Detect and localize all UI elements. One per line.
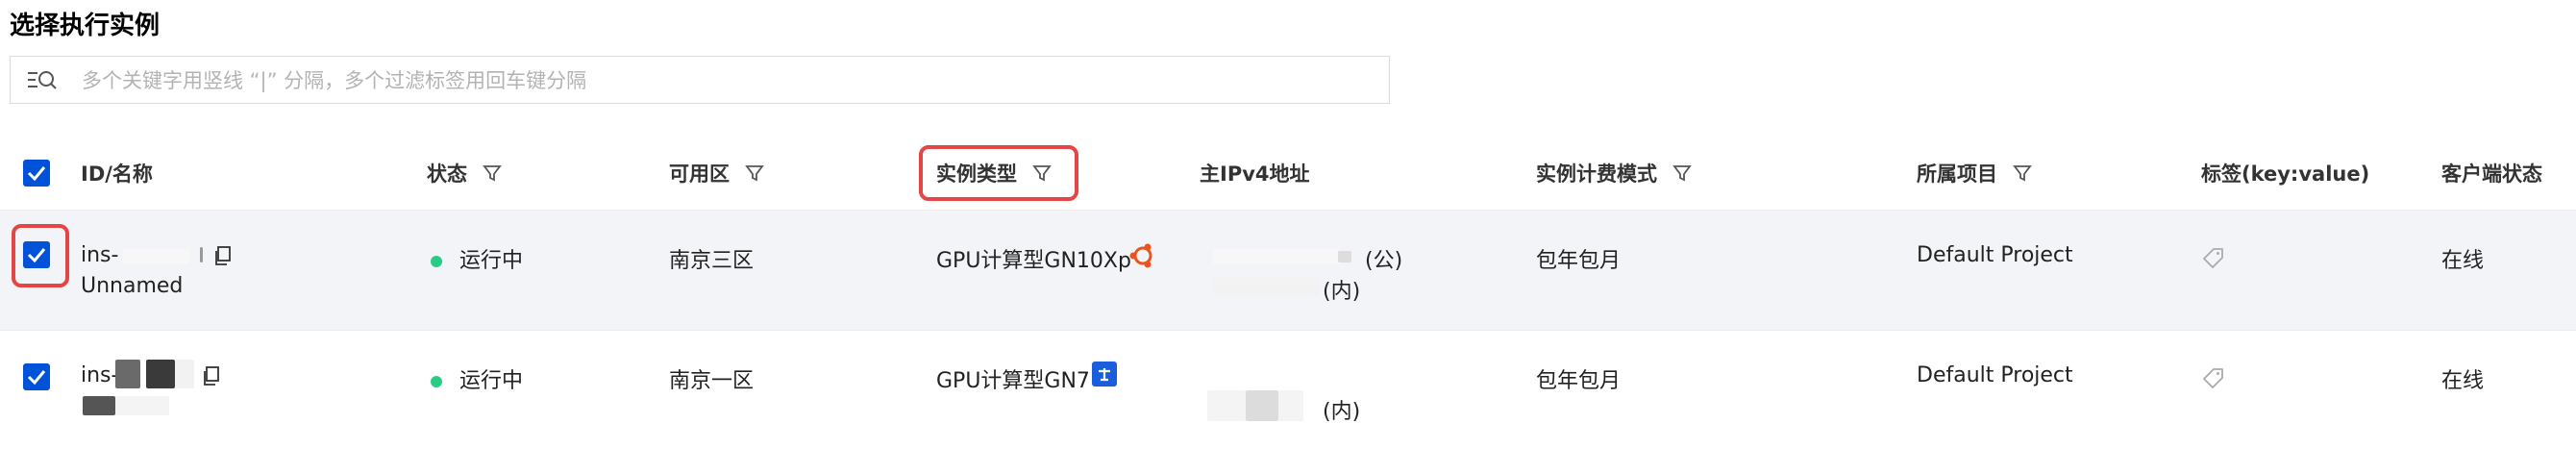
tag-icon[interactable]	[2201, 365, 2226, 394]
redacted-id	[115, 360, 140, 388]
filter-search-icon	[26, 68, 59, 97]
redacted-name	[83, 396, 115, 415]
status-running: 运行中	[431, 363, 523, 394]
column-header-instance-type: 实例类型	[936, 135, 1052, 212]
check-icon	[27, 370, 46, 385]
billing-filter-icon[interactable]	[1672, 163, 1692, 183]
row-checkbox[interactable]	[23, 363, 50, 390]
zone-value: 南京一区	[669, 369, 755, 393]
ip-private-label: (内)	[1323, 400, 1361, 424]
zone-filter-icon[interactable]	[745, 163, 764, 183]
check-icon	[27, 248, 46, 262]
select-all-checkbox[interactable]	[23, 160, 50, 187]
copy-icon[interactable]	[202, 365, 221, 390]
ip-public-label: (公)	[1365, 249, 1403, 273]
instance-type-value: GPU计算型GN10Xp	[936, 249, 1131, 273]
instance-id-prefix[interactable]: ins-	[81, 243, 118, 267]
status-running: 运行中	[431, 243, 523, 274]
redacted-private-ip	[1213, 278, 1319, 295]
redacted-private-ip	[1207, 390, 1246, 421]
project-value: Default Project	[1917, 363, 2073, 387]
column-header-project: 所属项目	[1917, 135, 2032, 212]
instance-type-filter-icon[interactable]	[1032, 163, 1052, 183]
redacted-id	[123, 249, 190, 264]
client-status-value: 在线	[2441, 369, 2485, 393]
redacted-name	[115, 396, 169, 415]
table-row[interactable]: ins- Unnamed 运行中 南京三区 GPU计算型GN10Xp (公) (…	[0, 210, 2576, 330]
redacted-id	[175, 360, 194, 388]
search-input[interactable]	[80, 57, 1372, 105]
redacted-id	[146, 360, 175, 388]
row-checkbox[interactable]	[23, 241, 50, 268]
search-box[interactable]	[10, 56, 1390, 105]
zone-value: 南京三区	[669, 249, 755, 273]
tag-icon[interactable]	[2201, 245, 2226, 274]
tencentos-icon	[1092, 362, 1117, 387]
copy-icon[interactable]	[213, 245, 233, 270]
redacted-private-ip	[1278, 390, 1303, 421]
column-header-status: 状态	[427, 135, 502, 212]
status-filter-icon[interactable]	[483, 163, 502, 183]
running-status-dot	[431, 376, 442, 387]
redacted-public-ip	[1213, 249, 1338, 264]
instance-name: Unnamed	[81, 274, 184, 298]
redacted-private-ip	[1246, 390, 1278, 421]
instance-type-value: GPU计算型GN7	[936, 369, 1090, 393]
column-header-zone: 可用区	[669, 135, 764, 212]
ubuntu-icon	[1128, 241, 1157, 274]
redacted-ip-mark	[1338, 251, 1351, 262]
billing-value: 包年包月	[1536, 249, 1622, 273]
client-status-value: 在线	[2441, 249, 2485, 273]
table-row[interactable]: ins- 运行中 南京一区 GPU计算型GN7 (内) 包年包月 Default…	[0, 330, 2576, 449]
check-icon	[27, 166, 46, 181]
project-filter-icon[interactable]	[2013, 163, 2032, 183]
column-header-billing: 实例计费模式	[1536, 135, 1692, 212]
redacted-id-mark	[200, 247, 203, 262]
running-status-dot	[431, 256, 442, 267]
page-title: 选择执行实例	[10, 12, 161, 40]
instance-id-prefix[interactable]: ins-	[81, 363, 118, 387]
column-header-id-name: ID/名称	[81, 162, 153, 186]
column-header-ipv4: 主IPv4地址	[1200, 162, 1310, 186]
ip-private-label: (内)	[1323, 280, 1361, 304]
billing-value: 包年包月	[1536, 369, 1622, 393]
project-value: Default Project	[1917, 243, 2073, 267]
column-header-tags: 标签(key:value)	[2201, 162, 2370, 186]
column-header-client-status: 客户端状态	[2441, 162, 2542, 186]
table-header: ID/名称 状态 可用区 实例类型 主IPv4地址 实例计费模式 所属项目 标签…	[0, 135, 2576, 212]
